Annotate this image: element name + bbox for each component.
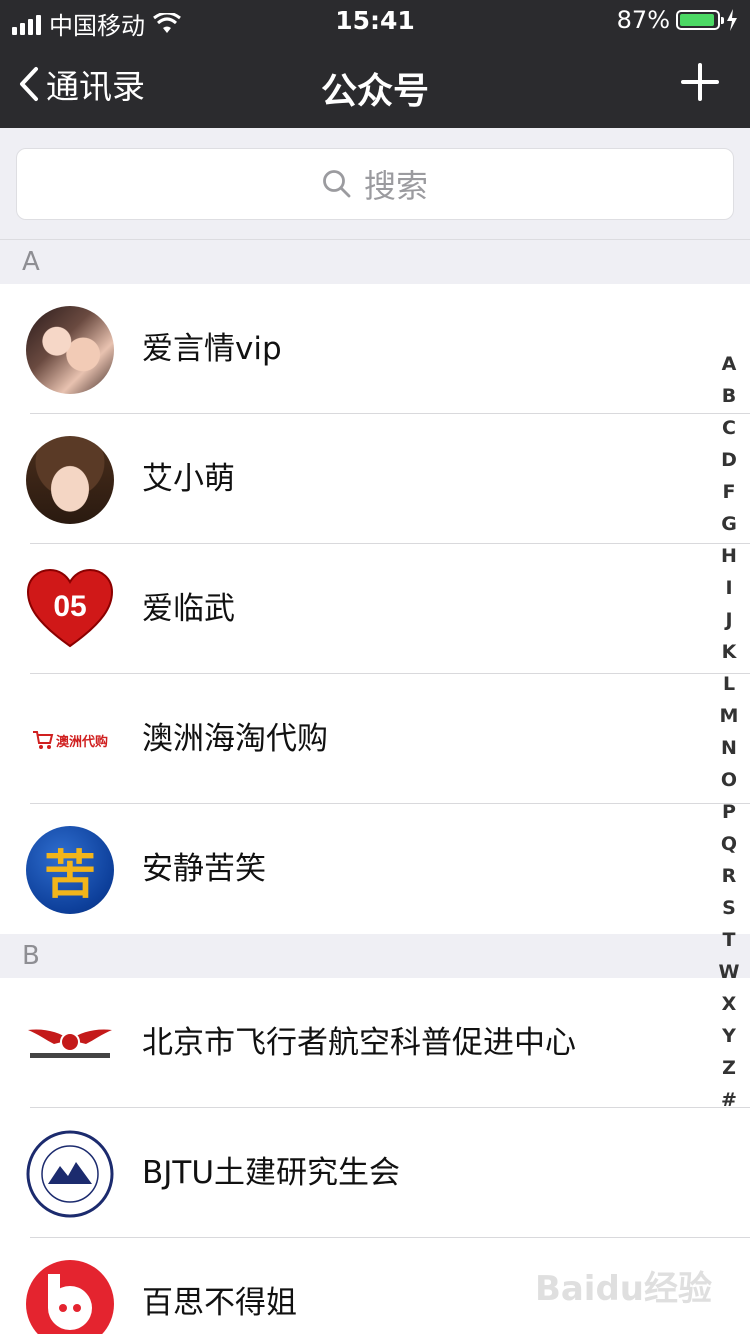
index-letter[interactable]: S [722,892,736,924]
list-item[interactable]: 北京市飞行者航空科普促进中心 [0,978,750,1108]
avatar-text: 苦 [43,844,96,906]
charging-icon [727,9,737,31]
index-letter[interactable]: B [722,380,736,412]
index-letter[interactable]: Z [722,1052,736,1084]
b-logo [26,1260,114,1334]
heart-logo-text: 05 [53,590,86,623]
page-title: 公众号 [320,71,429,112]
index-letter[interactable]: X [722,988,737,1020]
index-letter[interactable]: A [722,348,737,380]
list-item[interactable]: 艾小萌 [0,414,750,544]
section-header-b: B [0,934,750,978]
index-letter[interactable]: O [721,764,737,796]
index-letter[interactable]: D [721,444,737,476]
account-name: 安静苦笑 [142,851,266,887]
heart-logo: 05 [26,568,114,648]
index-letter[interactable]: T [723,924,736,956]
wings-logo [28,1029,112,1062]
list-item[interactable]: 05 爱临武 [0,544,750,674]
search-placeholder: 搜索 [363,167,428,205]
avatar-text: 澳洲代购 [55,734,108,750]
seal-logo [26,1130,114,1218]
index-letter[interactable]: P [722,796,736,828]
avatar: 澳洲代购 [26,696,114,784]
index-letter[interactable]: Y [722,1020,736,1052]
list-item[interactable]: 苦 安静苦笑 [0,804,750,934]
index-letter[interactable]: N [721,732,737,764]
account-name: 艾小萌 [142,461,235,497]
index-letter[interactable]: G [721,508,737,540]
index-letter[interactable]: C [722,412,736,444]
account-name: 百思不得姐 [142,1285,297,1321]
index-letter[interactable]: # [721,1084,737,1116]
alphabet-index[interactable]: A B C D F G H I J K L M N O P Q R S T W X Y Z # [716,348,742,1116]
account-name: BJTU土建研究生会 [142,1155,401,1191]
index-letter[interactable]: Q [721,828,737,860]
index-letter[interactable]: J [725,604,732,636]
account-name: 北京市飞行者航空科普促进中心 [142,1025,576,1061]
search-area: 搜索 [0,128,750,240]
search-input[interactable]: 搜索 [16,148,734,220]
watermark: Baidu经验 [534,1269,712,1309]
account-name: 澳洲海淘代购 [142,721,328,757]
cart-icon [32,731,54,749]
add-icon[interactable] [680,62,720,102]
list-item[interactable]: 爱言情vip [0,284,750,414]
section-header-a: A [0,240,750,284]
account-name: 爱言情vip [142,331,282,367]
list-item[interactable]: 澳洲代购 澳洲海淘代购 [0,674,750,804]
battery-icon [676,10,724,30]
index-letter[interactable]: H [721,540,737,572]
avatar [26,306,114,394]
navigation-bar: 通讯录 公众号 [0,40,750,128]
list-item[interactable]: BJTU土建研究生会 [0,1108,750,1238]
index-letter[interactable]: F [723,476,736,508]
account-name: 爱临武 [142,591,235,627]
status-bar: 中国移动 15:41 87% [0,0,750,40]
index-letter[interactable]: I [725,572,732,604]
avatar [26,436,114,524]
index-letter[interactable]: M [720,700,739,732]
index-letter[interactable]: L [723,668,735,700]
index-letter[interactable]: K [722,636,737,668]
battery-percent: 87% [616,6,670,34]
index-letter[interactable]: W [719,956,740,988]
status-right: 87% [617,6,738,34]
avatar: 苦 [26,826,114,914]
search-icon [323,170,351,198]
index-letter[interactable]: R [722,860,737,892]
